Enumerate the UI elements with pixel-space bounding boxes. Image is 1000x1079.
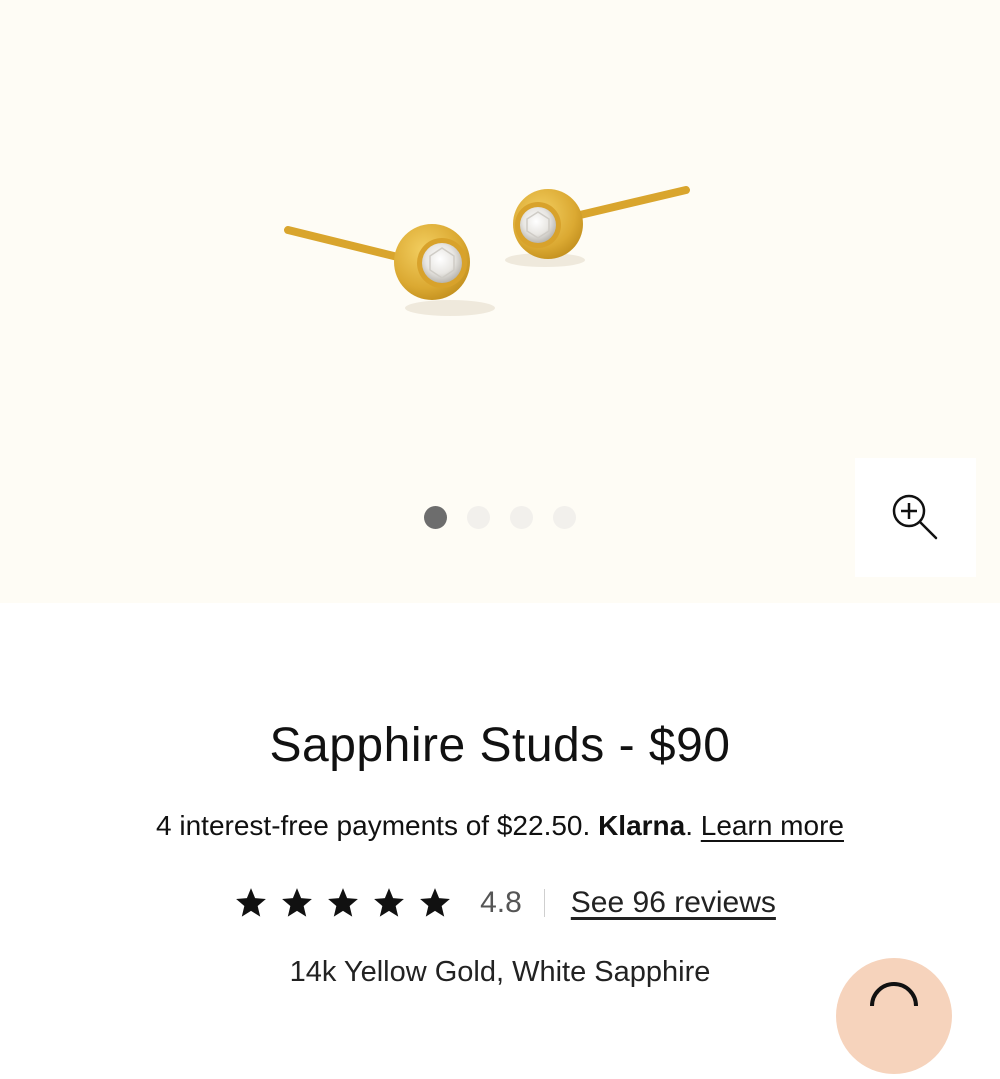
star-icon — [374, 888, 404, 917]
gallery-dot[interactable] — [424, 506, 447, 529]
divider — [543, 889, 545, 917]
gallery-dot[interactable] — [553, 506, 576, 529]
star-icon — [236, 888, 266, 917]
star-rating — [234, 886, 452, 920]
gallery-dot[interactable] — [510, 506, 533, 529]
rating-value: 4.8 — [480, 886, 522, 919]
product-image — [284, 186, 690, 316]
zoom-in-icon — [892, 494, 937, 539]
product-title: Sapphire Studs - $90 — [269, 719, 731, 772]
learn-more-link[interactable]: Learn more — [701, 810, 844, 841]
product-gallery — [0, 0, 1000, 603]
star-icon — [282, 888, 312, 917]
klarna-logo: Klarna — [598, 810, 686, 841]
gallery-pagination — [424, 506, 576, 529]
rating-row: 4.8 See 96 reviews — [0, 886, 1000, 920]
star-icon — [420, 888, 450, 917]
gallery-dot[interactable] — [467, 506, 490, 529]
star-icon — [328, 888, 358, 917]
klarna-period: . — [685, 810, 693, 841]
see-reviews-link[interactable]: See 96 reviews — [571, 886, 776, 920]
chat-icon — [870, 982, 918, 1007]
chat-button[interactable] — [836, 958, 952, 1074]
installments-text: 4 interest-free payments of $22.50. — [156, 810, 591, 841]
klarna-installments: 4 interest-free payments of $22.50. Klar… — [0, 810, 1000, 842]
zoom-button[interactable] — [855, 458, 976, 577]
